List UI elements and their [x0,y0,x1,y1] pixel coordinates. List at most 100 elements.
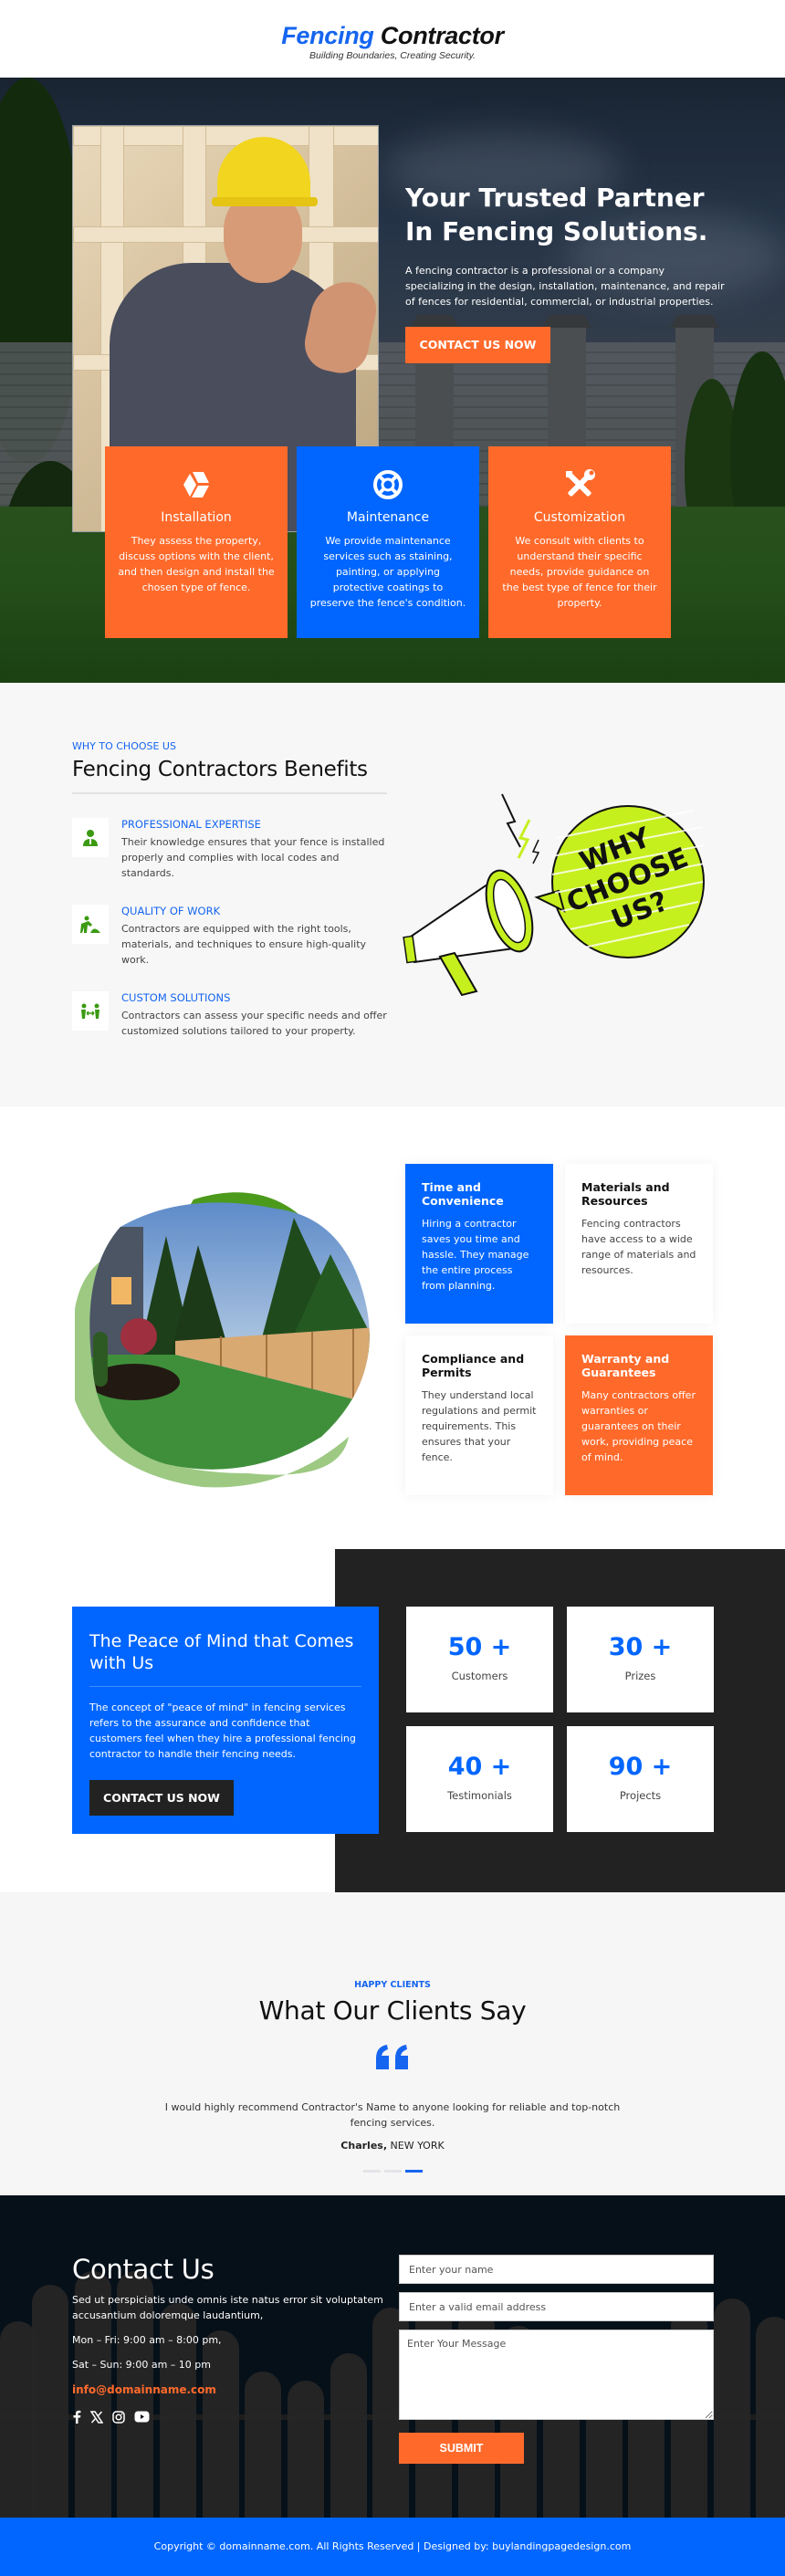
benefits-heading: Fencing Contractors Benefits [72,758,368,781]
megaphone-icon [403,869,534,997]
stat-label: Testimonials [447,1789,512,1802]
service-title: Customization [533,510,626,525]
author-location: NEW YORK [390,2140,445,2152]
tools-icon [501,468,658,501]
instagram-icon[interactable] [112,2410,125,2424]
service-title: Installation [161,510,232,525]
feature-text: Hiring a contractor saves you time and h… [422,1218,529,1292]
carousel-dot-3[interactable] [404,2170,423,2173]
why-choose-us-graphic: WHY CHOOSE US? [402,783,721,1002]
contact-form: SUBMIT [399,2255,714,2464]
peace-contact-button[interactable]: CONTACT US NOW [89,1780,234,1816]
carousel-dot-2[interactable] [383,2170,402,2173]
service-cards: Installation They assess the property, d… [105,446,671,638]
people-exchange-icon [72,991,109,1031]
peace-of-mind-section: The Peace of Mind that Comes with Us The… [0,1549,785,1892]
stat-value: 50 + [447,1633,512,1661]
service-text: We consult with clients to understand th… [502,535,657,609]
feature-cards: Time and Convenience Hiring a contractor… [405,1164,713,1495]
testimonials-kicker: HAPPY CLIENTS [354,1980,431,1990]
feature-title: Warranty and Guarantees [581,1352,670,1379]
quote-icon [0,2044,785,2071]
hero-text: Your Trusted Partner In Fencing Solution… [405,181,725,363]
stat-label: Projects [619,1789,662,1802]
fence-bg-picket [32,2285,68,2518]
testimonial-quote: I would highly recommend Contractor's Na… [164,2101,621,2129]
hero-title-line2: In Fencing Solutions. [405,216,708,246]
contact-section: Contact Us Sed ut perspiciatis unde omni… [0,2195,785,2518]
tagline: Building Boundaries, Creating Security. [309,50,476,61]
carousel-dot-1[interactable] [362,2170,381,2173]
service-title: Maintenance [346,510,430,525]
logo-word-contractor: Contractor [380,22,504,49]
divider [89,1686,361,1687]
hours-weekend: Sat – Sun: 9:00 am – 10 pm [72,2359,211,2371]
hero-title: Your Trusted Partner In Fencing Solution… [405,181,725,248]
service-card-installation: Installation They assess the property, d… [105,446,288,638]
message-textarea[interactable] [399,2330,714,2420]
service-text: They assess the property, discuss option… [118,535,275,593]
benefits-list: WHY TO CHOOSE US Fencing Contractors Ben… [72,740,387,1039]
stat-value: 90 + [608,1753,673,1781]
feature-text: They understand local regulations and pe… [422,1389,537,1463]
testimonials-section: HAPPY CLIENTS What Our Clients Say I wou… [0,1892,785,2195]
site-footer: Copyright © domainname.com. All Rights R… [0,2518,785,2576]
benefits-section: WHY TO CHOOSE US Fencing Contractors Ben… [0,683,785,1106]
hero-title-line1: Your Trusted Partner [405,183,705,213]
fence-bg-picket [0,2321,37,2518]
service-card-customization: Customization We consult with clients to… [488,446,671,638]
testimonial-author: Charles, NEW YORK [0,2140,785,2152]
service-card-maintenance: Maintenance We provide maintenance servi… [297,446,479,638]
peace-text: The concept of "peace of mind" in fencin… [89,1702,356,1760]
feature-card-materials: Materials and Resources Fencing contract… [565,1164,713,1324]
contact-email-link[interactable]: info@domainname.com [72,2383,216,2396]
benefit-text: Contractors can assess your specific nee… [121,1010,387,1037]
peace-heading: The Peace of Mind that Comes with Us [89,1631,354,1673]
stats-grid: 50 + Customers 30 + Prizes 40 + Testimon… [406,1607,714,1832]
hard-hat [212,137,318,206]
contact-info: Contact Us Sed ut perspiciatis unde omni… [72,2254,387,2424]
features-section: Time and Convenience Hiring a contractor… [0,1106,785,1549]
expert-person-icon [72,818,109,857]
feature-text: Fencing contractors have access to a wid… [581,1218,696,1276]
carousel-dots [0,2170,785,2173]
contact-text: Sed ut perspiciatis unde omnis iste natu… [72,2294,383,2321]
contact-heading: Contact Us [72,2254,215,2285]
benefit-item: PROFESSIONAL EXPERTISE Their knowledge e… [72,818,387,881]
site-header: Fencing Contractor Building Boundaries, … [0,0,785,78]
stat-card-prizes: 30 + Prizes [567,1607,714,1712]
service-text: We provide maintenance services such as … [309,535,466,609]
facebook-icon[interactable] [72,2410,81,2424]
submit-button[interactable]: SUBMIT [399,2433,524,2464]
email-input[interactable] [399,2292,714,2321]
stat-label: Prizes [624,1670,656,1682]
peace-of-mind-box: The Peace of Mind that Comes with Us The… [72,1607,379,1834]
worker-digging-icon [72,905,109,944]
testimonials-heading: What Our Clients Say [258,1995,527,2026]
benefit-item: CUSTOM SOLUTIONS Contractors can assess … [72,991,387,1039]
benefit-title: CUSTOM SOLUTIONS [121,991,231,1004]
logo[interactable]: Fencing Contractor [0,22,785,49]
lightning-icon [501,793,521,848]
benefits-kicker: WHY TO CHOOSE US [72,740,176,752]
name-input[interactable] [399,2255,714,2284]
stat-label: Customers [451,1670,508,1682]
feature-title: Compliance and Permits [422,1352,525,1379]
feature-title: Time and Convenience [422,1180,504,1208]
hero-contact-button[interactable]: CONTACT US NOW [405,327,550,363]
copyright-text: Copyright © domainname.com. All Rights R… [153,2540,632,2552]
lifebuoy-icon [309,468,466,501]
hero-section: Your Trusted Partner In Fencing Solution… [0,78,785,683]
x-twitter-icon[interactable] [90,2410,103,2424]
stat-value: 30 + [608,1633,673,1661]
stat-card-projects: 90 + Projects [567,1726,714,1832]
hero-description: A fencing contractor is a professional o… [405,265,725,308]
cube-icon [118,468,275,501]
feature-title: Materials and Resources [581,1180,670,1208]
backyard-fence-image [66,1172,385,1496]
benefit-text: Their knowledge ensures that your fence … [121,836,385,879]
fence-bg-picket [756,2317,785,2518]
stat-card-customers: 50 + Customers [406,1607,553,1712]
social-links [72,2410,387,2424]
youtube-icon[interactable] [134,2411,150,2423]
